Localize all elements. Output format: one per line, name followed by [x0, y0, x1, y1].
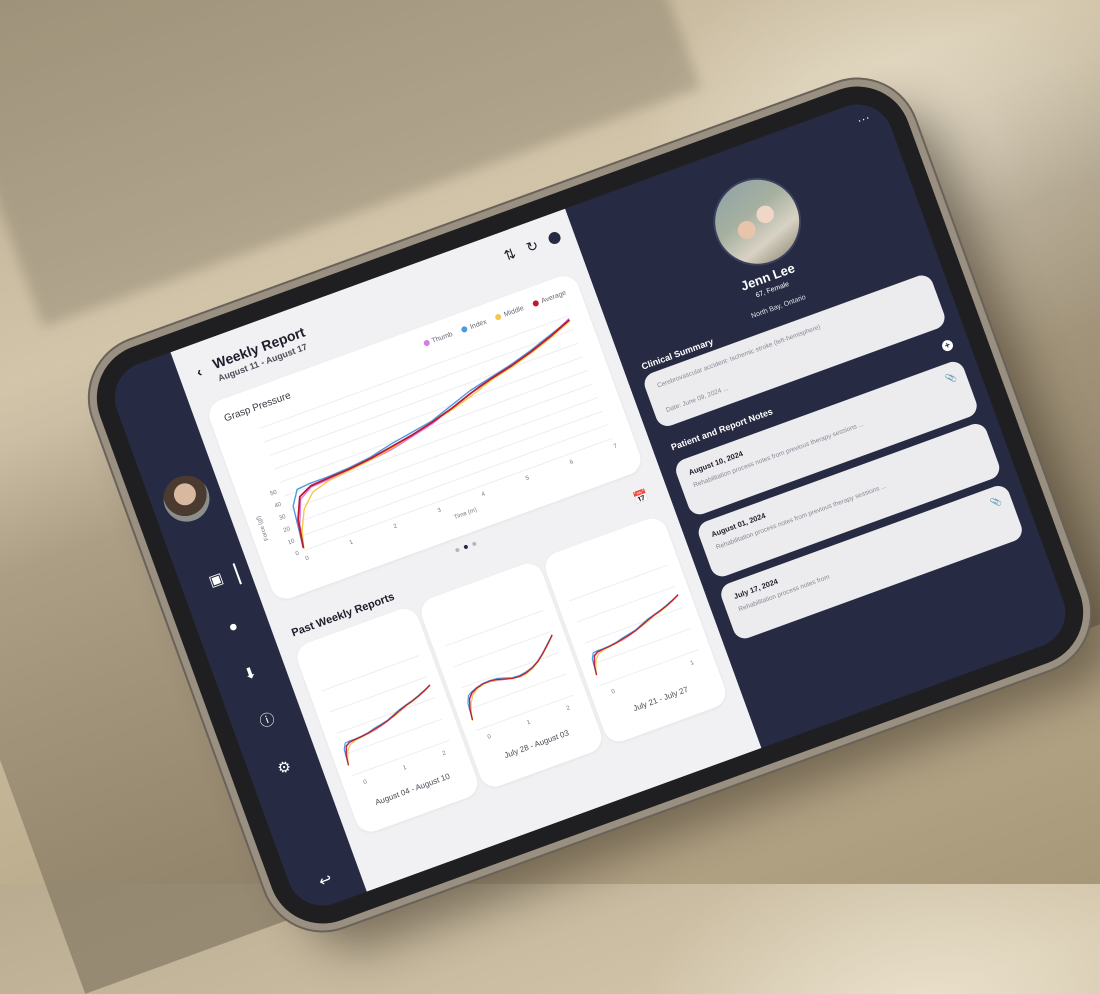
grid-line [294, 410, 603, 524]
logout-icon[interactable]: ↩ [313, 868, 339, 894]
mini-x-tick-label: 1 [526, 719, 532, 726]
y-tick-label: 40 [274, 502, 283, 510]
grid-line [336, 697, 435, 734]
compare-icon[interactable]: ⇅ [502, 245, 519, 265]
y-tick-label: 50 [269, 489, 278, 497]
grid-line [453, 631, 552, 668]
mini-x-tick-label: 0 [363, 779, 369, 786]
y-axis-label: Force (gf) [256, 515, 271, 541]
grid-line [468, 673, 567, 710]
series-line-average [297, 319, 571, 549]
pager-dot[interactable] [471, 541, 477, 547]
paperclip-icon[interactable]: 📎 [944, 371, 958, 385]
help-icon[interactable] [546, 230, 563, 246]
grid-line [321, 655, 420, 692]
patient-list-icon[interactable]: ▣ [203, 568, 229, 594]
grid-line [328, 676, 428, 713]
mini-series-line-middle [347, 685, 431, 766]
series-line-thumb [299, 318, 570, 549]
y-tick-label: 20 [283, 526, 292, 534]
grid-line [460, 652, 559, 689]
grid-line [259, 315, 569, 429]
x-tick-label: 1 [349, 539, 355, 546]
chevron-left-icon[interactable]: ‹ [194, 363, 204, 380]
x-tick-label: 6 [569, 459, 575, 466]
y-tick-label: 30 [278, 514, 287, 522]
y-tick-label: 10 [287, 538, 296, 546]
grid-line [569, 564, 668, 602]
series-line-index [292, 319, 570, 547]
grid-line [352, 739, 451, 777]
more-options-icon[interactable]: ... [854, 107, 871, 125]
grid-line [304, 437, 613, 551]
nav-active-indicator [232, 563, 242, 585]
grid-line [269, 342, 579, 456]
grid-line [584, 607, 683, 644]
x-axis-label: Time (m) [453, 507, 477, 521]
x-tick-label: 2 [393, 523, 399, 530]
download-icon[interactable]: ⬇ [238, 662, 264, 688]
chart-pager[interactable] [454, 541, 477, 553]
mini-x-tick-label: 2 [566, 705, 572, 712]
grid-line [299, 424, 608, 538]
pager-dot-active[interactable] [463, 544, 469, 550]
mini-x-tick-label: 2 [442, 750, 448, 757]
y-tick-label: 0 [295, 550, 301, 557]
mini-x-tick-label: 1 [690, 660, 696, 667]
grid-line [274, 356, 584, 470]
x-tick-label: 5 [525, 475, 531, 482]
report-toolbar: ⇅ ↻ [502, 228, 564, 264]
mini-x-tick-label: 0 [487, 734, 493, 741]
grid-line [264, 329, 574, 443]
x-tick-label: 4 [481, 491, 487, 498]
grid-line [577, 585, 676, 623]
clinician-avatar[interactable] [157, 469, 216, 529]
add-note-icon[interactable]: + [940, 338, 955, 353]
x-tick-label: 3 [437, 507, 443, 514]
bell-icon[interactable]: ● [221, 615, 247, 641]
grid-line [445, 609, 544, 647]
grid-line [600, 649, 699, 686]
info-icon[interactable]: ⓘ [255, 709, 281, 735]
x-tick-label: 0 [305, 555, 311, 562]
calendar-icon[interactable]: 📅 [631, 488, 650, 506]
refresh-icon[interactable]: ↻ [524, 237, 541, 257]
paperclip-icon[interactable]: 📎 [989, 495, 1003, 509]
mini-x-tick-label: 0 [611, 689, 617, 696]
series-line-middle [301, 320, 571, 550]
mini-x-tick-label: 1 [402, 765, 408, 772]
mini-series-line-middle [595, 594, 679, 676]
x-tick-label: 7 [613, 443, 619, 450]
pager-dot[interactable] [454, 547, 460, 553]
grid-line [476, 694, 575, 731]
settings-icon[interactable]: ⚙ [272, 756, 298, 782]
grid-line [279, 369, 589, 484]
